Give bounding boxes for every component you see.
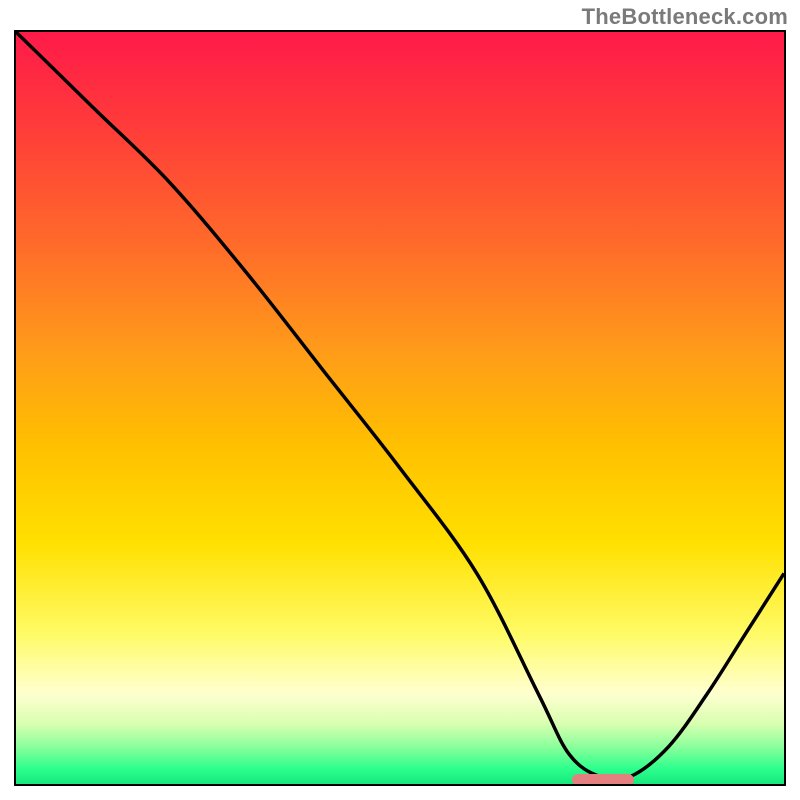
watermark-text: TheBottleneck.com bbox=[582, 4, 788, 30]
chart-figure: TheBottleneck.com bbox=[0, 0, 800, 800]
optimal-range-marker bbox=[572, 774, 634, 786]
plot-area bbox=[14, 30, 786, 786]
curve-svg bbox=[16, 32, 784, 784]
bottleneck-curve bbox=[16, 32, 784, 780]
